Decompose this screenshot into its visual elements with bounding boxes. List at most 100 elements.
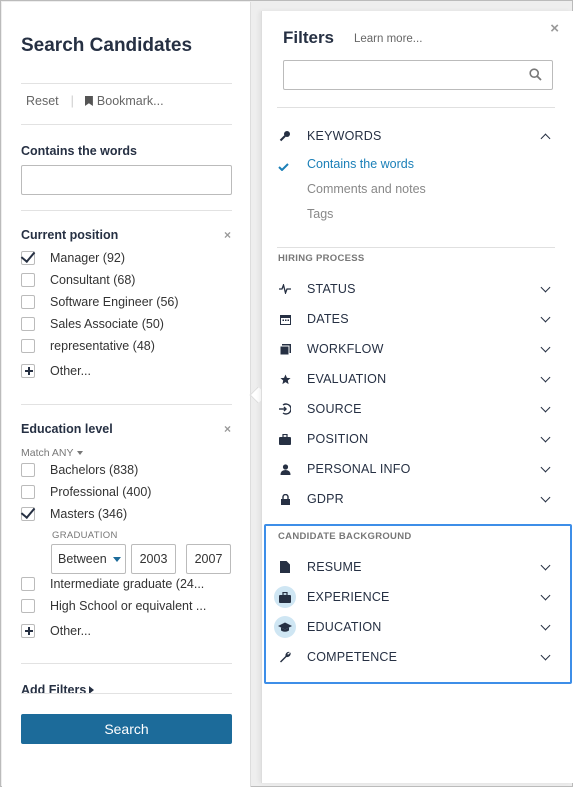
checkbox-icon[interactable] bbox=[21, 295, 35, 309]
checkbox-icon[interactable] bbox=[21, 507, 35, 521]
filters-search-input[interactable] bbox=[283, 60, 553, 90]
divider bbox=[21, 124, 232, 125]
menu-status[interactable]: STATUS bbox=[278, 279, 556, 299]
briefcase-icon bbox=[278, 432, 292, 446]
menu-source[interactable]: SOURCE bbox=[278, 399, 556, 419]
menu-position[interactable]: POSITION bbox=[278, 429, 556, 449]
chevron-down-icon[interactable] bbox=[540, 432, 551, 442]
graduation-cap-icon bbox=[274, 616, 296, 638]
add-filters-button[interactable]: Add Filters bbox=[21, 683, 95, 697]
checkbox-intermediate-graduate[interactable]: Intermediate graduate (24... bbox=[21, 577, 204, 591]
menu-personal-info[interactable]: PERSONAL INFO bbox=[278, 459, 556, 479]
divider bbox=[277, 107, 555, 108]
checkbox-representative[interactable]: representative (48) bbox=[21, 339, 155, 353]
checkbox-label: Consultant (68) bbox=[50, 273, 136, 287]
graduation-year-to-input[interactable]: 2007 bbox=[186, 544, 231, 574]
checkbox-consultant[interactable]: Consultant (68) bbox=[21, 273, 135, 287]
checkbox-icon[interactable] bbox=[21, 251, 35, 265]
clear-current-position-icon[interactable]: × bbox=[224, 228, 231, 242]
checkbox-professional[interactable]: Professional (400) bbox=[21, 485, 151, 499]
divider bbox=[21, 404, 232, 405]
search-candidates-panel: Search Candidates Reset | Bookmark... Co… bbox=[2, 2, 251, 787]
chevron-down-icon[interactable] bbox=[540, 372, 551, 382]
sign-in-icon bbox=[278, 402, 292, 416]
checkbox-bachelors[interactable]: Bachelors (838) bbox=[21, 463, 138, 477]
menu-keywords[interactable]: KEYWORDS bbox=[278, 126, 556, 146]
chevron-down-icon[interactable] bbox=[540, 492, 551, 502]
divider bbox=[21, 693, 232, 694]
keyword-tags[interactable]: Tags bbox=[307, 207, 333, 221]
clear-education-icon[interactable]: × bbox=[224, 422, 231, 436]
chevron-down-icon[interactable] bbox=[540, 560, 551, 570]
menu-label: COMPETENCE bbox=[307, 650, 398, 664]
checkbox-icon[interactable] bbox=[21, 273, 35, 287]
menu-competence[interactable]: COMPETENCE bbox=[278, 647, 556, 667]
checkbox-icon[interactable] bbox=[21, 599, 35, 613]
checkbox-sales-associate[interactable]: Sales Associate (50) bbox=[21, 317, 164, 331]
search-button[interactable]: Search bbox=[21, 714, 232, 744]
keyword-comments-notes[interactable]: Comments and notes bbox=[307, 182, 426, 196]
position-other-button[interactable]: Other... bbox=[21, 364, 91, 378]
checkbox-masters[interactable]: Masters (346) bbox=[21, 507, 127, 521]
bookmark-button[interactable]: Bookmark... bbox=[84, 94, 164, 108]
keyword-contains-words[interactable]: Contains the words bbox=[307, 157, 414, 171]
chevron-up-icon[interactable] bbox=[540, 133, 551, 143]
contains-words-input[interactable] bbox=[21, 165, 232, 195]
checkbox-icon[interactable] bbox=[21, 485, 35, 499]
checkbox-icon[interactable] bbox=[21, 339, 35, 353]
chevron-down-icon[interactable] bbox=[540, 402, 551, 412]
menu-label: STATUS bbox=[307, 282, 356, 296]
chevron-down-icon[interactable] bbox=[540, 650, 551, 660]
checkbox-label: representative (48) bbox=[50, 339, 155, 353]
other-label: Other... bbox=[50, 624, 91, 638]
graduation-year-from-input[interactable]: 2003 bbox=[131, 544, 176, 574]
checkbox-manager[interactable]: Manager (92) bbox=[21, 251, 125, 265]
education-level-title: Education level bbox=[21, 422, 113, 436]
menu-label: SOURCE bbox=[307, 402, 362, 416]
chevron-down-icon[interactable] bbox=[540, 620, 551, 630]
add-filters-label: Add Filters bbox=[21, 683, 87, 697]
menu-education[interactable]: EDUCATION bbox=[274, 616, 556, 638]
menu-label: POSITION bbox=[307, 432, 369, 446]
checkbox-label: Professional (400) bbox=[50, 485, 152, 499]
chevron-down-icon[interactable] bbox=[540, 312, 551, 322]
menu-label: EXPERIENCE bbox=[307, 590, 390, 604]
checkbox-label: Manager (92) bbox=[50, 251, 126, 265]
learn-more-link[interactable]: Learn more... bbox=[354, 33, 422, 45]
checkbox-high-school[interactable]: High School or equivalent ... bbox=[21, 599, 206, 613]
checkbox-software-engineer[interactable]: Software Engineer (56) bbox=[21, 295, 179, 309]
menu-gdpr[interactable]: GDPR bbox=[278, 489, 556, 509]
menu-experience[interactable]: EXPERIENCE bbox=[274, 586, 556, 608]
checkbox-label: Masters (346) bbox=[50, 507, 128, 521]
checkbox-icon[interactable] bbox=[21, 317, 35, 331]
chevron-down-icon[interactable] bbox=[540, 282, 551, 292]
user-icon bbox=[278, 462, 292, 476]
match-any-dropdown[interactable]: Match ANY bbox=[21, 447, 83, 459]
filters-title: Filters bbox=[283, 28, 335, 47]
search-toolbar: Reset | Bookmark... bbox=[26, 94, 164, 108]
chevron-down-icon[interactable] bbox=[540, 590, 551, 600]
menu-dates[interactable]: DATES bbox=[278, 309, 556, 329]
briefcase-icon bbox=[274, 586, 296, 608]
menu-evaluation[interactable]: EVALUATION bbox=[278, 369, 556, 389]
caret-down-icon bbox=[76, 451, 83, 456]
graduation-mode-select[interactable]: Between bbox=[51, 544, 126, 574]
checkbox-icon[interactable] bbox=[21, 577, 35, 591]
menu-workflow[interactable]: WORKFLOW bbox=[278, 339, 556, 359]
calendar-icon bbox=[278, 312, 292, 326]
chevron-down-icon[interactable] bbox=[540, 462, 551, 472]
plus-icon bbox=[21, 624, 35, 638]
hiring-process-label: HIRING PROCESS bbox=[278, 253, 365, 264]
checkbox-icon[interactable] bbox=[21, 463, 35, 477]
menu-label: EVALUATION bbox=[307, 372, 387, 386]
workflow-icon bbox=[278, 342, 292, 356]
divider bbox=[21, 210, 232, 211]
reset-button[interactable]: Reset bbox=[26, 94, 59, 108]
checkbox-label: High School or equivalent ... bbox=[50, 599, 207, 613]
close-icon[interactable]: × bbox=[550, 20, 559, 37]
check-icon bbox=[278, 163, 289, 171]
education-other-button[interactable]: Other... bbox=[21, 624, 91, 638]
chevron-down-icon[interactable] bbox=[540, 342, 551, 352]
menu-resume[interactable]: RESUME bbox=[278, 557, 556, 577]
bookmark-label: Bookmark... bbox=[96, 94, 164, 108]
